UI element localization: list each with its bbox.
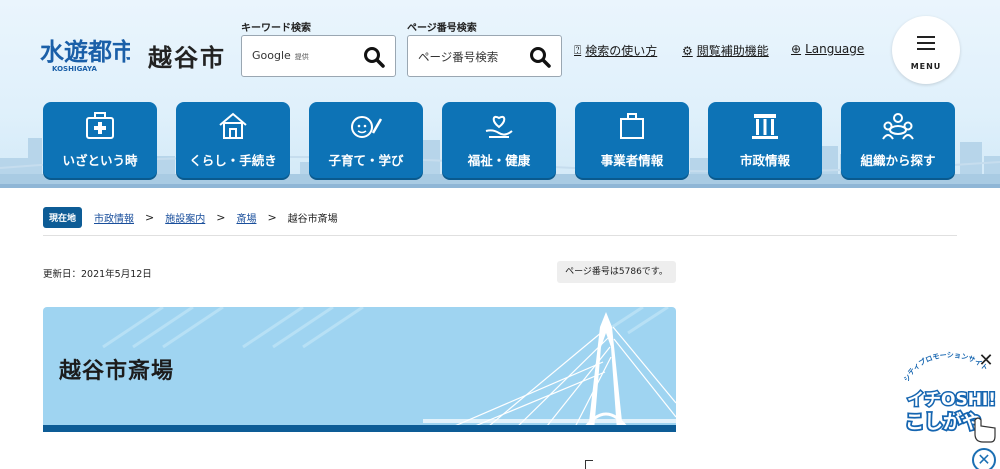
city-name: 越谷市 — [148, 44, 226, 72]
pointing-hand-icon — [974, 417, 996, 443]
breadcrumb-separator: > — [145, 211, 155, 224]
nav-welfare-health[interactable]: 福祉・健康 — [442, 102, 556, 178]
breadcrumb-link-facilities[interactable]: 施設案内 — [165, 210, 205, 225]
page-number-search-label: ページ番号検索 — [407, 23, 477, 34]
logo-subtext: KOSHIGAYA — [52, 65, 97, 73]
nav-label: 市政情報 — [739, 153, 790, 168]
nav-city-administration[interactable]: 市政情報 — [708, 102, 822, 178]
city-hall-icon — [752, 114, 778, 139]
main-navigation: いざという時 くらし・手続き 子育て・学び 福祉・健康 事業者情報 市政情報 組… — [43, 102, 957, 178]
language-label[interactable]: Language — [805, 42, 864, 56]
search-help-label[interactable]: 検索の使い方 — [585, 42, 657, 59]
nav-label: 子育て・学び — [328, 153, 404, 168]
breadcrumb-separator: > — [216, 211, 226, 224]
accessibility-label[interactable]: 閲覧補助機能 — [697, 42, 769, 59]
nav-business-info[interactable]: 事業者情報 — [575, 102, 689, 178]
nav-living-procedures[interactable]: くらし・手続き — [176, 102, 290, 178]
nav-label: 福祉・健康 — [467, 153, 531, 168]
keyword-search-label: キーワード検索 — [241, 23, 311, 34]
nav-childcare-learning[interactable]: 子育て・学び — [309, 102, 423, 178]
banner-bottom-strip — [43, 425, 676, 432]
heart-hand-icon — [485, 115, 513, 138]
briefcase-icon — [620, 113, 644, 139]
page-title: 越谷市斎場 — [59, 359, 175, 384]
page-number-badge: ページ番号は5786です。 — [557, 261, 676, 283]
question-circle-icon: ⍰ — [574, 43, 582, 57]
search-icon[interactable] — [529, 46, 551, 68]
site-logo[interactable]: 水遊都市 KOSHIGAYA — [38, 30, 130, 74]
nav-search-by-organization[interactable]: 組織から探す — [841, 102, 955, 178]
nav-label: 事業者情報 — [600, 153, 664, 168]
hamburger-icon — [917, 36, 935, 50]
breadcrumb-link-crematorium[interactable]: 斎場 — [236, 210, 256, 225]
gear-icon: ⚙ — [682, 43, 693, 58]
child-face-pencil-icon — [351, 116, 382, 138]
breadcrumb-divider — [43, 235, 957, 236]
logo-text: 水遊都市 — [40, 37, 130, 66]
search-help-link[interactable]: ⍰ 検索の使い方 — [574, 42, 657, 59]
promo-main-text-2: こしがや — [905, 410, 981, 433]
page-title-banner: 越谷市斎場 — [43, 307, 676, 431]
menu-button[interactable]: MENU — [892, 16, 960, 84]
people-group-icon — [882, 113, 914, 140]
language-link[interactable]: ⊕ Language — [791, 42, 864, 56]
page-number-search-placeholder[interactable]: ページ番号検索 — [418, 49, 498, 65]
breadcrumb-current: 越谷市斎場 — [287, 214, 338, 225]
promo-close-icon[interactable]: ✕ — [976, 351, 996, 371]
nav-emergency[interactable]: いざという時 — [43, 102, 157, 178]
header-divider — [0, 184, 1000, 188]
page-number-search-field[interactable]: ページ番号検索 — [407, 35, 562, 77]
menu-label: MENU — [910, 62, 942, 71]
nav-label: 組織から探す — [860, 153, 936, 168]
promo-main-text-1: イチOSHI! — [907, 390, 996, 410]
house-icon — [219, 112, 247, 139]
globe-icon: ⊕ — [791, 42, 802, 56]
keyword-search-field[interactable]: Google 提供 — [241, 35, 396, 77]
breadcrumb-link-city-admin[interactable]: 市政情報 — [94, 210, 134, 225]
close-circle-icon[interactable]: ✕ — [972, 448, 996, 469]
updated-date: 更新日：2021年5月12日 — [43, 269, 152, 280]
google-search-text[interactable]: Google 提供 — [252, 49, 309, 62]
search-icon[interactable] — [363, 46, 385, 68]
first-aid-kit-icon — [86, 112, 114, 139]
corner-mark — [585, 460, 593, 469]
breadcrumb: 現在地 市政情報 > 施設案内 > 斎場 > 越谷市斎場 — [43, 207, 338, 228]
current-location-badge: 現在地 — [43, 207, 83, 228]
breadcrumb-separator: > — [267, 211, 277, 224]
nav-label: くらし・手続き — [189, 153, 277, 168]
nav-label: いざという時 — [62, 153, 138, 168]
accessibility-link[interactable]: ⚙ 閲覧補助機能 — [682, 42, 769, 59]
